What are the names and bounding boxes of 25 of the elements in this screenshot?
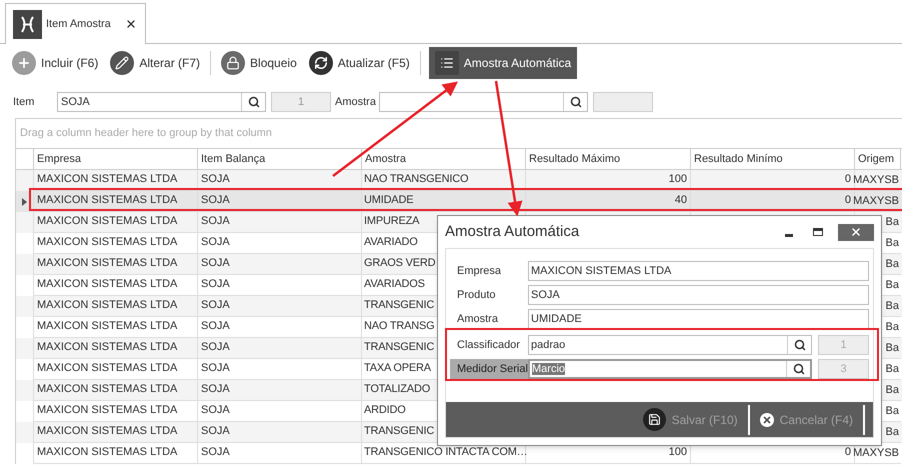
table-cell-text: MAXYSB: [853, 194, 899, 209]
table-cell-text: Ba: [886, 362, 899, 377]
table-cell-text: MAXYSB: [853, 446, 899, 461]
code-field: 3: [818, 359, 869, 379]
table-cell: MAXICON SISTEMAS LTDA: [34, 443, 198, 464]
table-cell: SOJA: [198, 443, 362, 464]
table-cell-text: Ba: [886, 404, 899, 419]
filter-label: Item: [13, 94, 36, 110]
table-cell-text: MAXYSB: [853, 173, 899, 188]
table-cell-text: Ba: [886, 257, 899, 272]
tab-label: Item Amostra: [46, 16, 111, 32]
table-cell-text: Ba: [886, 278, 899, 293]
table-cell-text: Ba: [886, 299, 899, 314]
field-label: Medidor Serial: [450, 359, 528, 379]
table-cell-text: Ba: [886, 236, 899, 251]
table-cell-text: Ba: [886, 383, 899, 398]
field-label: Classificador: [456, 338, 521, 353]
table-cell-text: Ba: [886, 425, 899, 440]
table-cell-text: Ba: [886, 341, 899, 356]
table-cell-text: Ba: [886, 320, 899, 335]
filter-label: Amostra: [335, 94, 377, 110]
code-field: 1: [271, 92, 331, 112]
table-cell-text: Ba: [886, 215, 899, 230]
code-field: 1: [818, 335, 869, 355]
group-hint: Drag a column header here to group by that column: [20, 126, 272, 142]
